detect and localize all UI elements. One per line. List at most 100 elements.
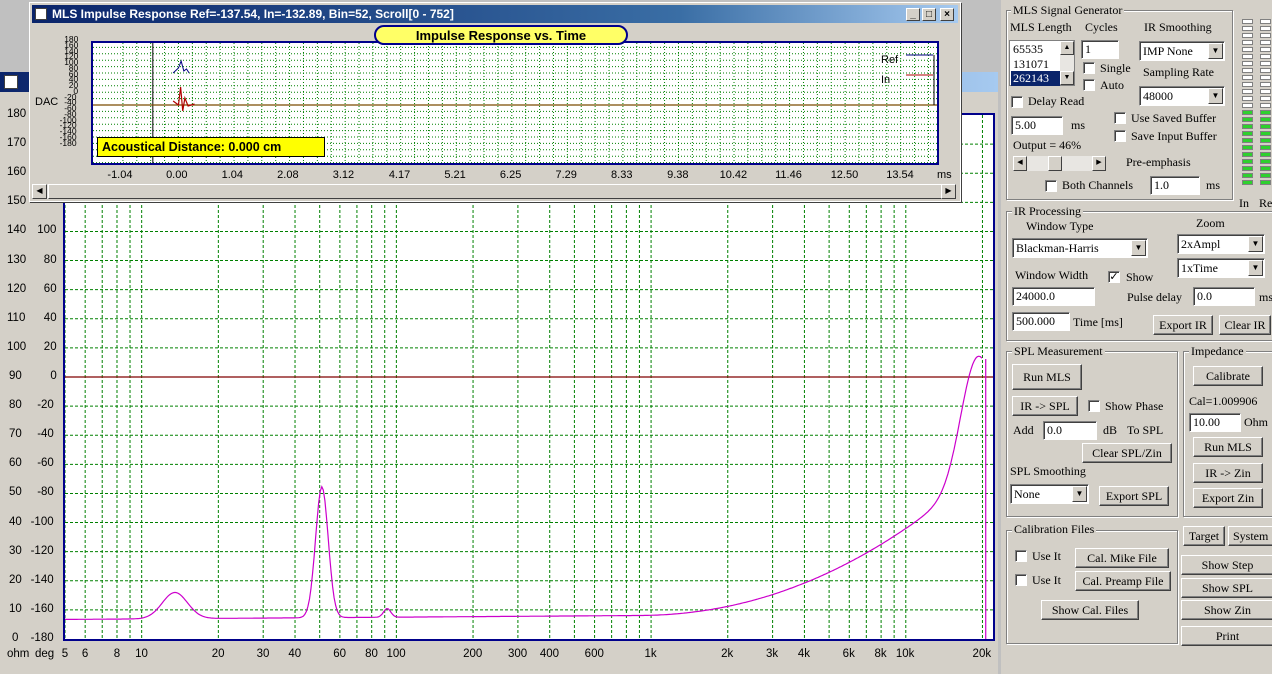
x-axis-tick: 600	[584, 648, 604, 660]
meter-segment	[1260, 124, 1271, 129]
show-spl-button[interactable]: Show SPL	[1181, 578, 1272, 598]
meter-segment	[1260, 96, 1271, 101]
chevron-down-icon[interactable]: ▼	[1248, 236, 1263, 252]
spl-measurement-title: SPL Measurement	[1012, 344, 1105, 359]
ir-x-tick: 0.00	[166, 169, 188, 181]
left-axis-tick: 150	[7, 195, 27, 208]
output-slider[interactable]: ◀ ▶	[1013, 156, 1106, 171]
spl-window-icon[interactable]	[4, 75, 18, 89]
meter-segment	[1260, 68, 1271, 73]
run-mls-spl-button[interactable]: Run MLS	[1012, 364, 1082, 390]
window-type-select[interactable]: Blackman-Harris ▼	[1012, 238, 1148, 258]
meter-segment	[1242, 159, 1253, 164]
x-axis-tick: 60	[333, 648, 347, 660]
right-axis-tick: 40	[43, 311, 57, 324]
mls-length-list[interactable]: 65535 131071 262143 ▲ ▼	[1009, 40, 1075, 86]
ir-smoothing-select[interactable]: IMP None ▼	[1139, 41, 1225, 61]
save-input-buffer-checkbox[interactable]	[1114, 130, 1126, 142]
left-axis-tick: 10	[9, 602, 22, 615]
scroll-thumb[interactable]	[48, 184, 948, 199]
meter-segment	[1242, 61, 1253, 66]
chevron-down-icon[interactable]: ▼	[1208, 43, 1223, 59]
auto-label: Auto	[1100, 78, 1124, 92]
pre-emphasis-input[interactable]: 1.0	[1150, 176, 1200, 195]
mls-option[interactable]: 65535	[1013, 42, 1043, 57]
spin-up-icon[interactable]: ▲	[1060, 41, 1074, 55]
chevron-down-icon[interactable]: ▼	[1131, 240, 1146, 256]
cal-preamp-file-button[interactable]: Cal. Preamp File	[1075, 571, 1171, 591]
pulse-delay-input[interactable]: 0.0	[1193, 287, 1255, 306]
left-axis-tick: 130	[7, 253, 27, 266]
single-checkbox[interactable]	[1083, 62, 1095, 74]
use-preamp-checkbox[interactable]	[1015, 574, 1027, 586]
delay-read-checkbox[interactable]	[1011, 96, 1023, 108]
use-mike-checkbox[interactable]	[1015, 550, 1027, 562]
save-input-buffer-label: Save Input Buffer	[1131, 129, 1217, 143]
slider-right-icon[interactable]: ▶	[1092, 156, 1106, 171]
mls-option[interactable]: 131071	[1013, 57, 1049, 72]
meter-segment	[1242, 54, 1253, 59]
auto-checkbox[interactable]	[1083, 79, 1095, 91]
meter-segment	[1242, 82, 1253, 87]
zoom-ampl-select[interactable]: 2xAmpl ▼	[1177, 234, 1265, 254]
right-axis-tick: 80	[43, 253, 57, 266]
time-input[interactable]: 500.000	[1012, 312, 1070, 331]
export-spl-button[interactable]: Export SPL	[1099, 486, 1169, 506]
system-button[interactable]: System	[1228, 526, 1272, 546]
ir-scrollbar[interactable]: ◀ ▶	[32, 184, 956, 199]
right-axis-tick: 0	[50, 370, 57, 382]
window-width-input[interactable]: 24000.0	[1012, 287, 1095, 306]
use-mike-label: Use It	[1032, 549, 1061, 563]
show-cal-files-button[interactable]: Show Cal. Files	[1041, 600, 1139, 620]
delay-input[interactable]: 5.00	[1011, 116, 1063, 135]
show-window-checkbox[interactable]: ✓	[1108, 271, 1120, 283]
minimize-button[interactable]: _	[906, 8, 920, 21]
maximize-button[interactable]: □	[922, 8, 936, 21]
both-channels-checkbox[interactable]	[1045, 180, 1057, 192]
export-ir-button[interactable]: Export IR	[1153, 315, 1213, 335]
export-zin-button[interactable]: Export Zin	[1193, 488, 1263, 508]
ir-x-tick: 1.04	[221, 169, 244, 181]
ir-titlebar[interactable]: MLS Impulse Response Ref=-137.54, In=-13…	[32, 5, 958, 23]
chevron-down-icon[interactable]: ▼	[1248, 260, 1263, 276]
print-button[interactable]: Print	[1181, 626, 1272, 646]
zoom-time-select[interactable]: 1xTime ▼	[1177, 258, 1265, 278]
cycles-input[interactable]: 1	[1081, 40, 1119, 59]
spl-smoothing-select[interactable]: None ▼	[1010, 484, 1089, 504]
x-axis-tick: 8	[113, 648, 121, 660]
meter-ref-label: Re	[1259, 196, 1272, 210]
scroll-right-icon[interactable]: ▶	[941, 184, 956, 199]
left-axis-tick: 110	[7, 311, 26, 324]
x-axis-tick: 300	[508, 648, 528, 660]
ir-to-spl-button[interactable]: IR -> SPL	[1012, 396, 1078, 416]
spin-down-icon[interactable]: ▼	[1060, 71, 1074, 85]
ohm-input[interactable]: 10.00	[1189, 413, 1241, 432]
x-axis-tick: 10k	[895, 648, 915, 660]
slider-left-icon[interactable]: ◀	[1013, 156, 1027, 171]
use-saved-buffer-checkbox[interactable]	[1114, 112, 1126, 124]
run-mls-zin-button[interactable]: Run MLS	[1193, 437, 1263, 457]
add-db-input[interactable]: 0.0	[1043, 421, 1097, 440]
mls-option-selected[interactable]: 262143	[1011, 71, 1060, 86]
chevron-down-icon[interactable]: ▼	[1208, 88, 1223, 104]
show-phase-checkbox[interactable]	[1088, 400, 1100, 412]
clear-spl-zin-button[interactable]: Clear SPL/Zin	[1082, 443, 1172, 463]
meter-segment	[1260, 89, 1271, 94]
ir-x-tick: 2.08	[277, 169, 299, 181]
clear-ir-button[interactable]: Clear IR	[1219, 315, 1271, 335]
cal-mike-file-button[interactable]: Cal. Mike File	[1075, 548, 1169, 568]
left-axis-tick: 70	[9, 428, 22, 441]
x-axis-tick: 6k	[842, 648, 855, 660]
ir-to-zin-button[interactable]: IR -> Zin	[1193, 463, 1263, 483]
output-label: Output = 46%	[1013, 138, 1082, 152]
show-zin-button[interactable]: Show Zin	[1181, 600, 1272, 620]
show-step-button[interactable]: Show Step	[1181, 555, 1272, 575]
calibrate-button[interactable]: Calibrate	[1193, 366, 1263, 386]
sampling-rate-select[interactable]: 48000 ▼	[1139, 86, 1225, 106]
target-button[interactable]: Target	[1183, 526, 1225, 546]
scroll-left-icon[interactable]: ◀	[32, 184, 47, 199]
right-axis-tick: 100	[37, 224, 57, 237]
slider-thumb[interactable]	[1048, 156, 1062, 171]
chevron-down-icon[interactable]: ▼	[1072, 486, 1087, 502]
close-button[interactable]: ×	[940, 8, 954, 21]
